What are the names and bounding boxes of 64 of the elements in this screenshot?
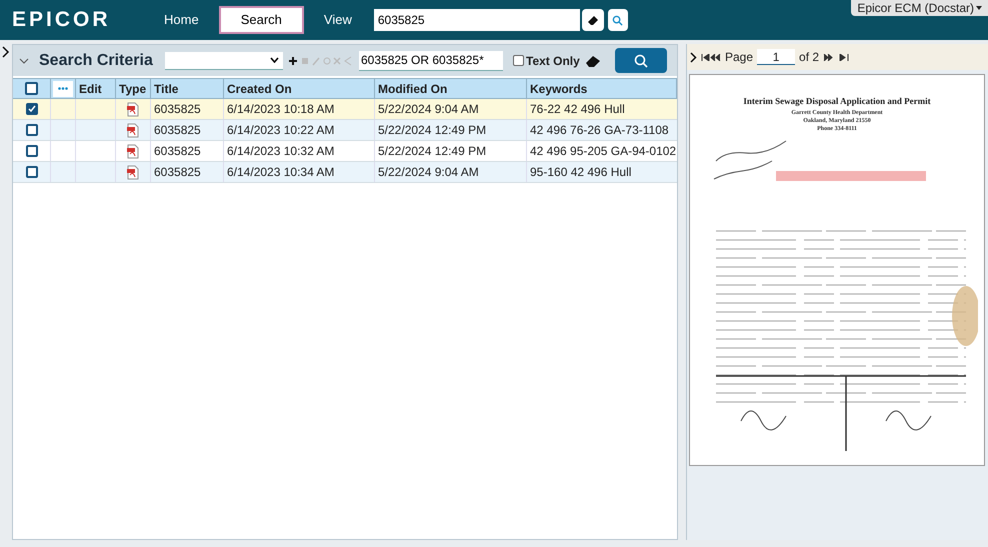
table-cell-text: 6035825 [154, 143, 201, 160]
collapse-icon[interactable] [19, 56, 29, 64]
eraser-icon [586, 14, 599, 26]
pdf-icon [127, 102, 139, 116]
column-header[interactable]: Keywords [530, 80, 588, 98]
select-all-checkbox[interactable] [25, 82, 38, 95]
page-field[interactable]: 1 [757, 49, 796, 65]
row-checkbox[interactable] [26, 166, 38, 178]
table-cell-text: 5/22/2024 9:04 AM [378, 101, 479, 118]
nav-tab[interactable]: View [312, 6, 364, 34]
search-button[interactable] [615, 48, 667, 73]
table-cell-text: 95-160 42 496 Hull [530, 164, 632, 181]
nav-tab[interactable]: Home [152, 6, 211, 34]
text-only-checkbox[interactable]: Text Only [513, 52, 580, 70]
table-row[interactable]: 6035825 6/14/2023 10:22 AM 5/22/2024 12:49 PM 42 496 76-26 GA-73-1108 [13, 120, 677, 141]
query-field[interactable]: 6035825 OR 6035825* [359, 50, 503, 70]
pdf-icon [127, 144, 139, 158]
pdf-icon [127, 164, 139, 180]
eraser-icon[interactable] [584, 54, 602, 68]
caret-icon [270, 57, 279, 63]
table-cell-text: 6/14/2023 10:34 AM [227, 164, 334, 181]
column-header[interactable]: Created On [227, 80, 292, 98]
last-page-icon[interactable] [823, 54, 850, 60]
first-page-icon[interactable] [701, 54, 721, 60]
table-cell-text: 6/14/2023 10:32 AM [227, 143, 334, 160]
column-header[interactable]: Title [154, 80, 178, 98]
row-checkbox[interactable] [26, 124, 38, 136]
table-cell-text: 42 496 76-26 GA-73-1108 [530, 122, 669, 139]
row-checkbox[interactable] [26, 103, 38, 115]
more-icon [58, 87, 68, 90]
table-cell-text: 6035825 [154, 101, 201, 118]
more-button[interactable] [53, 80, 73, 96]
table-cell-text: 6035825 [154, 122, 201, 139]
search-button[interactable] [608, 9, 628, 31]
column-header[interactable]: Edit [79, 80, 102, 98]
table-row[interactable]: 6035825 6/14/2023 10:18 AM 5/22/2024 9:04 AM 76-22 42 496 Hull [13, 99, 677, 120]
table-row[interactable]: 6035825 6/14/2023 10:34 AM 5/22/2024 9:04 AM 95-160 42 496 Hull [13, 162, 677, 183]
column-header[interactable]: Type [119, 80, 146, 98]
table-cell-text: 6035825 [154, 164, 201, 181]
search-icon [634, 54, 648, 68]
column-header[interactable]: Modified On [378, 80, 448, 98]
pdf-icon [127, 122, 139, 138]
document-title: Interim Sewage Disposal Application and Permit [743, 95, 931, 108]
table-cell-text: 6/14/2023 10:22 AM [227, 122, 334, 139]
page-count: of 2 [799, 49, 820, 66]
page-label: Page [725, 49, 754, 66]
table-cell-text: 5/22/2024 9:04 AM [378, 164, 479, 181]
table-cell-text: 5/22/2024 12:49 PM [378, 143, 486, 160]
row-checkbox[interactable] [26, 145, 38, 157]
table-cell-text: 6/14/2023 10:18 AM [227, 101, 334, 118]
search-icon [612, 14, 624, 26]
logo: EPICOR [12, 7, 112, 34]
table-cell-text: 76-22 42 496 Hull [530, 101, 625, 118]
account-menu[interactable]: Epicor ECM (Docstar) [851, 0, 988, 16]
search-field[interactable]: 6035825 [374, 9, 580, 31]
chevron-right-icon[interactable] [2, 46, 10, 58]
panel-title: Search Criteria [39, 50, 154, 70]
caret-icon [976, 6, 982, 10]
table-cell-text: 5/22/2024 12:49 PM [378, 122, 486, 139]
eraser-button[interactable] [582, 9, 604, 31]
chevron-right-icon[interactable] [690, 52, 697, 62]
table-row[interactable]: 6035825 6/14/2023 10:32 AM 5/22/2024 12:49 PM 42 496 95-205 GA-94-0102 [13, 141, 677, 162]
nav-tab[interactable]: Search [218, 6, 304, 34]
table-cell-text: 42 496 95-205 GA-94-0102 [530, 143, 676, 160]
